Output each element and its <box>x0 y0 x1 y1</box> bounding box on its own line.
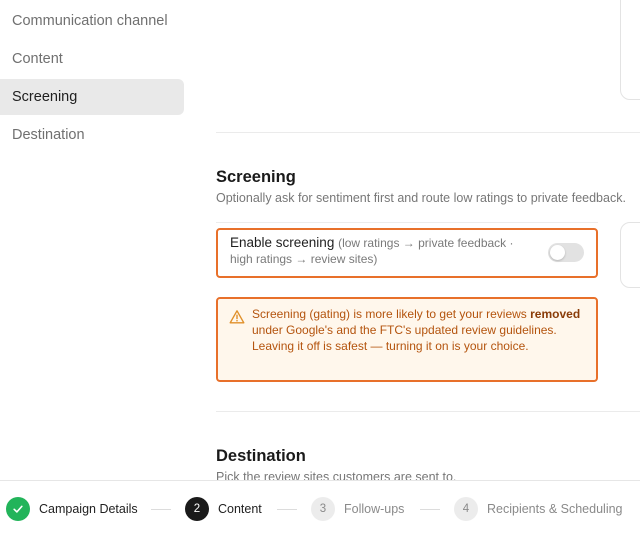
step-campaign-details[interactable]: Campaign Details <box>6 497 138 521</box>
warning-triangle-icon <box>229 310 245 324</box>
destination-title: Destination <box>216 447 306 465</box>
card-top-border <box>216 222 598 223</box>
toggle-knob <box>550 245 565 260</box>
step-number: 4 <box>454 497 478 521</box>
screening-subtitle: Optionally ask for sentiment first and r… <box>216 191 626 205</box>
step-number: 3 <box>311 497 335 521</box>
step-follow-ups[interactable]: 3 Follow-ups <box>311 497 404 521</box>
enable-screening-label: Enable screening <box>230 235 335 250</box>
destination-subtitle: Pick the review sites customers are sent… <box>216 470 457 480</box>
enable-screening-card: Enable screening (low ratings → private … <box>216 228 598 278</box>
step-done-indicator <box>6 497 30 521</box>
sidebar-item-communication-channel[interactable]: Communication channel <box>0 3 184 39</box>
step-connector <box>420 509 440 510</box>
step-content[interactable]: 2 Content <box>185 497 262 521</box>
preview-card-edge <box>620 0 640 100</box>
step-label: Recipients & Scheduling <box>487 502 623 516</box>
sidebar-item-label: Destination <box>12 127 85 143</box>
check-icon <box>13 505 23 513</box>
enable-screening-hint-cont: high ratings → review sites) <box>230 252 378 266</box>
sidebar-item-destination[interactable]: Destination <box>0 117 184 153</box>
sidebar-item-label: Screening <box>12 89 78 105</box>
sidebar-nav: Communication channel Content Screening … <box>0 0 200 480</box>
warning-text: Screening (gating) is more likely to get… <box>252 306 584 354</box>
section-divider <box>216 411 640 412</box>
section-divider <box>216 132 640 133</box>
side-card-edge <box>620 222 640 288</box>
enable-screening-toggle[interactable] <box>548 243 584 262</box>
sidebar-item-label: Content <box>12 51 63 67</box>
screening-warning-box: Screening (gating) is more likely to get… <box>216 297 598 382</box>
step-number: 2 <box>185 497 209 521</box>
main-content: Screening Optionally ask for sentiment f… <box>216 0 640 480</box>
enable-screening-hint: (low ratings → private feedback · <box>338 236 514 250</box>
warning-text-emphasis: removed <box>530 307 581 321</box>
step-label: Content <box>218 502 262 516</box>
step-recipients-scheduling[interactable]: 4 Recipients & Scheduling <box>454 497 623 521</box>
wizard-stepper: Campaign Details 2 Content 3 Follow-ups … <box>0 480 640 537</box>
step-connector <box>277 509 297 510</box>
screening-title: Screening <box>216 168 296 186</box>
sidebar-item-screening[interactable]: Screening <box>0 79 184 115</box>
sidebar-item-label: Communication channel <box>12 13 168 29</box>
warning-text-start: Screening (gating) is more likely to get… <box>252 307 531 321</box>
step-connector <box>151 509 171 510</box>
warning-text-end: under Google's and the FTC's updated rev… <box>252 323 557 353</box>
step-label: Campaign Details <box>39 502 138 516</box>
step-label: Follow-ups <box>344 502 405 516</box>
sidebar-item-content[interactable]: Content <box>0 41 184 77</box>
